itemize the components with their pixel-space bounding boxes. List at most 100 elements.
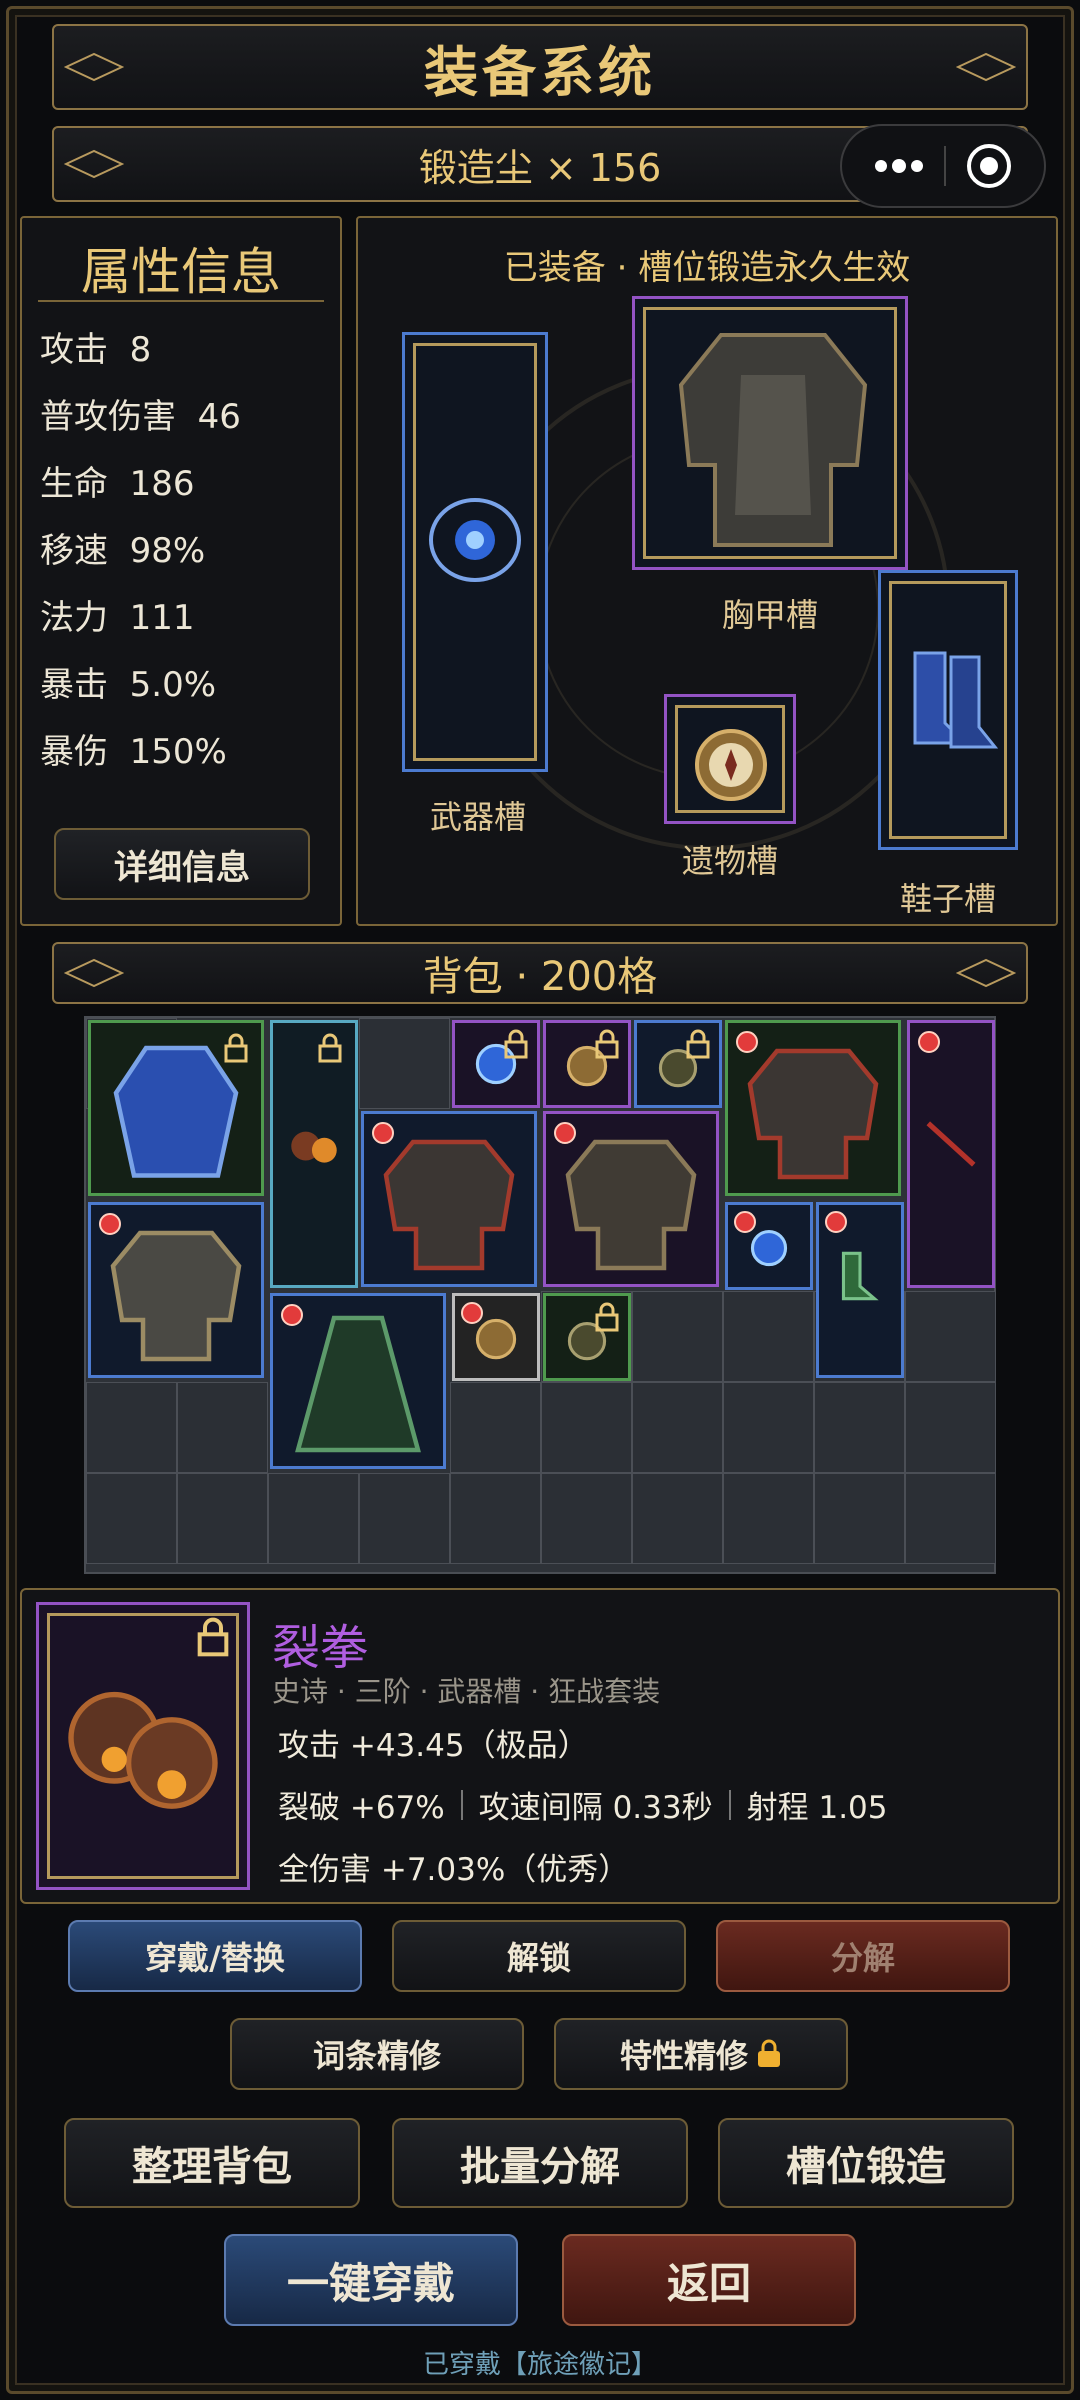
attributes-title: 属性信息	[81, 243, 281, 301]
new-item-dot	[281, 1304, 303, 1326]
weapon-slot[interactable]	[402, 332, 548, 772]
close-target-icon[interactable]	[965, 142, 1013, 190]
decompose-button[interactable]: 分解	[716, 1920, 1010, 1992]
equipped-panel: 已装备 · 槽位锻造永久生效 武器槽 胸甲槽 遗物槽 鞋子槽	[356, 216, 1058, 926]
detail-info-button[interactable]: 详细信息	[54, 828, 310, 900]
inventory-item-dark-armor[interactable]	[361, 1111, 537, 1287]
armor-icon	[383, 1139, 515, 1271]
cloak-icon	[295, 1315, 421, 1453]
lock-icon	[197, 1617, 229, 1657]
lock-icon	[595, 1302, 619, 1332]
trait-refine-button[interactable]: 特性精修	[554, 2018, 848, 2090]
inventory-item-blue-amulet[interactable]	[725, 1202, 813, 1290]
attr-crit: 暴击 5.0%	[40, 665, 217, 705]
more-icon[interactable]	[873, 159, 925, 173]
empty-cell[interactable]	[177, 1473, 268, 1564]
unlock-button[interactable]: 解锁	[392, 1920, 686, 1992]
inventory-item-green-globe[interactable]	[543, 1293, 631, 1381]
sort-bag-button[interactable]: 整理背包	[64, 2118, 360, 2208]
backpack-grid	[84, 1016, 996, 1574]
chest-slot-label: 胸甲槽	[722, 596, 819, 634]
batch-decompose-button[interactable]: 批量分解	[392, 2118, 688, 2208]
boots-icon	[841, 1251, 879, 1301]
inventory-item-green-boots[interactable]	[816, 1202, 904, 1378]
mini-program-capsule[interactable]	[840, 124, 1046, 208]
shoes-slot[interactable]	[878, 570, 1018, 850]
empty-cell[interactable]	[86, 1382, 177, 1473]
empty-cell[interactable]	[723, 1473, 814, 1564]
amulet-weapon-icon	[429, 498, 521, 582]
inventory-item-leather-armor[interactable]	[543, 1111, 719, 1287]
attr-move-speed: 移速 98%	[40, 531, 206, 571]
back-button[interactable]: 返回	[562, 2234, 856, 2326]
affix-refine-button[interactable]: 词条精修	[230, 2018, 524, 2090]
empty-cell[interactable]	[177, 1382, 268, 1473]
empty-cell[interactable]	[814, 1473, 905, 1564]
new-item-dot	[918, 1031, 940, 1053]
armor-icon	[110, 1230, 242, 1362]
empty-cell[interactable]	[450, 1382, 541, 1473]
inventory-item-green-cloak[interactable]	[270, 1293, 446, 1469]
empty-cell[interactable]	[905, 1473, 996, 1564]
inventory-item-compass[interactable]	[543, 1020, 631, 1108]
one-click-equip-button[interactable]: 一键穿戴	[224, 2234, 518, 2326]
relic-slot[interactable]	[664, 694, 796, 824]
inventory-item-globe-relic[interactable]	[634, 1020, 722, 1108]
empty-cell[interactable]	[632, 1291, 723, 1382]
attributes-panel: 属性信息 攻击 8 普攻伤害 46 生命 186 移速 98% 法力 111 暴…	[20, 216, 342, 926]
new-item-dot	[554, 1122, 576, 1144]
new-item-dot	[372, 1122, 394, 1144]
inventory-item-gauntlets[interactable]	[270, 1020, 358, 1288]
chest-slot[interactable]	[632, 296, 908, 570]
new-item-dot	[736, 1031, 758, 1053]
empty-cell[interactable]	[268, 1473, 359, 1564]
chest-armor-icon	[678, 333, 868, 547]
backpack-title: 背包 · 200格	[422, 954, 658, 1000]
lock-icon	[504, 1029, 528, 1059]
empty-cell[interactable]	[814, 1382, 905, 1473]
inventory-item-spear[interactable]	[907, 1020, 995, 1288]
gauntlets-icon	[291, 1131, 337, 1163]
empty-cell[interactable]	[905, 1291, 996, 1382]
inventory-item-red-armor[interactable]	[725, 1020, 901, 1196]
inventory-item-plate-armor[interactable]	[88, 1202, 264, 1378]
empty-cell[interactable]	[905, 1382, 996, 1473]
item-stat-split: 裂破 +67%	[278, 1790, 445, 1826]
lock-icon	[686, 1029, 710, 1059]
empty-cell[interactable]	[359, 1018, 450, 1109]
armor-icon	[747, 1048, 879, 1180]
attr-attack: 攻击 8	[40, 330, 152, 370]
diamond-ornament-icon	[64, 958, 124, 988]
lock-icon	[224, 1033, 248, 1063]
empty-cell[interactable]	[359, 1473, 450, 1564]
inventory-item-old-compass[interactable]	[452, 1293, 540, 1381]
empty-cell[interactable]	[86, 1473, 177, 1564]
equipped-title: 已装备 · 槽位锻造永久生效	[503, 248, 911, 288]
new-item-dot	[461, 1302, 483, 1324]
item-name: 裂拳	[272, 1620, 369, 1676]
empty-cell[interactable]	[541, 1473, 632, 1564]
diamond-ornament-icon	[64, 52, 124, 82]
new-item-dot	[99, 1213, 121, 1235]
gauntlets-icon	[68, 1691, 218, 1809]
empty-cell[interactable]	[541, 1382, 632, 1473]
attr-mana: 法力 111	[40, 598, 195, 638]
attr-health: 生命 186	[40, 464, 195, 504]
diamond-ornament-icon	[956, 52, 1016, 82]
empty-cell[interactable]	[450, 1473, 541, 1564]
title-banner: 装备系统	[52, 24, 1028, 110]
inventory-item-blue-robe[interactable]	[88, 1020, 264, 1196]
empty-cell[interactable]	[632, 1473, 723, 1564]
lock-icon	[595, 1029, 619, 1059]
equip-replace-button[interactable]: 穿戴/替换	[68, 1920, 362, 1992]
item-stat-attack-interval: 攻速间隔 0.33秒	[478, 1790, 713, 1826]
lock-icon	[318, 1033, 342, 1063]
empty-cell[interactable]	[723, 1382, 814, 1473]
backpack-banner: 背包 · 200格	[52, 942, 1028, 1004]
empty-cell[interactable]	[632, 1382, 723, 1473]
empty-cell[interactable]	[723, 1291, 814, 1382]
spear-icon	[926, 1121, 976, 1167]
slot-forge-button[interactable]: 槽位锻造	[718, 2118, 1014, 2208]
new-item-dot	[825, 1211, 847, 1233]
inventory-item-amulet[interactable]	[452, 1020, 540, 1108]
